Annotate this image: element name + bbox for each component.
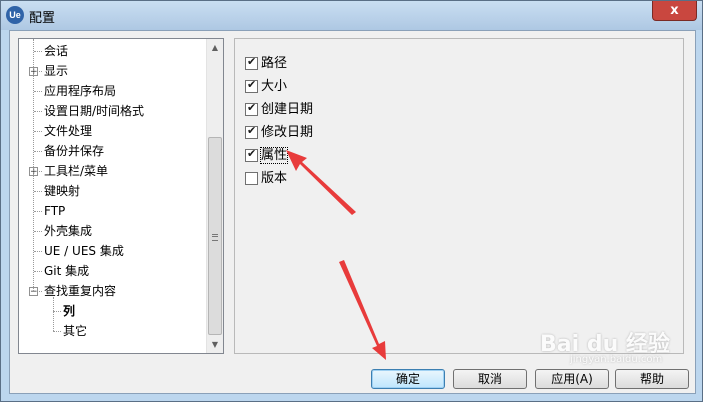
app-icon: Ue (6, 6, 24, 24)
cancel-button[interactable]: 取消 (453, 369, 527, 389)
checkbox-checked[interactable] (245, 124, 258, 139)
close-button[interactable]: x (652, 1, 697, 21)
tree-item[interactable]: 文件处理 (44, 121, 92, 141)
option-label: 路径 (261, 56, 288, 71)
tree-item[interactable]: 显示 (44, 61, 68, 81)
tree-connector (53, 331, 61, 332)
tree-connector (34, 131, 42, 132)
tree-item[interactable]: 工具栏/菜单 (44, 161, 108, 181)
tree-connector (34, 211, 42, 212)
tree-item[interactable]: 查找重复内容 (44, 281, 116, 301)
help-button[interactable]: 帮助 (615, 369, 689, 389)
tree-item[interactable]: 外壳集成 (44, 221, 92, 241)
tree-connector (34, 51, 42, 52)
tree-item[interactable]: 列 (63, 301, 75, 321)
option-label: 创建日期 (261, 102, 314, 117)
tree-item[interactable]: 应用程序布局 (44, 81, 116, 101)
apply-button[interactable]: 应用(A) (535, 369, 609, 389)
option-label: 修改日期 (261, 125, 314, 140)
dialog-title: 配置 (29, 11, 56, 26)
option-label: 版本 (261, 171, 288, 186)
tree-item[interactable]: UE / UES 集成 (44, 241, 124, 261)
tree-connector (34, 231, 42, 232)
tree-item[interactable]: 键映射 (44, 181, 80, 201)
checkbox-checked[interactable] (245, 78, 258, 93)
scroll-thumb[interactable] (208, 137, 222, 335)
tree-connector (34, 111, 42, 112)
tree-item[interactable]: 备份并保存 (44, 141, 104, 161)
tree-connector (34, 251, 42, 252)
tree-item[interactable]: FTP (44, 201, 65, 221)
tree-connector (53, 311, 61, 312)
tree-item[interactable]: Git 集成 (44, 261, 89, 281)
tree-item[interactable]: 会话 (44, 41, 68, 61)
checkbox-checked[interactable] (245, 147, 258, 162)
option-row[interactable]: 版本 (245, 170, 287, 188)
tree-connector (34, 151, 42, 152)
tree-connector (34, 91, 42, 92)
tree-list: 会话 显示 + 应用程序布局 设置日期/时间格式 文件处理 备份并保存 工具栏/菜单 + 键映射 F… (19, 39, 206, 353)
option-label: 属性 (259, 147, 289, 164)
option-label: 大小 (261, 79, 288, 94)
checkbox-unchecked[interactable] (245, 171, 258, 185)
option-row[interactable]: 路径 (245, 55, 287, 73)
option-row[interactable]: 属性 (245, 147, 289, 165)
tree-connector (34, 271, 42, 272)
option-row[interactable]: 修改日期 (245, 124, 313, 142)
option-row[interactable]: 大小 (245, 78, 287, 96)
checkbox-checked[interactable] (245, 101, 258, 116)
tree-scrollbar[interactable]: ▲ ▼ (206, 39, 223, 353)
category-tree: 会话 显示 + 应用程序布局 设置日期/时间格式 文件处理 备份并保存 工具栏/菜单 + 键映射 F… (18, 38, 224, 354)
title-bar[interactable]: Ue 配置 x (1, 1, 702, 30)
checkbox-checked[interactable] (245, 55, 258, 70)
tree-item[interactable]: 设置日期/时间格式 (44, 101, 144, 121)
tree-item[interactable]: 其它 (63, 321, 87, 341)
tree-root-line (33, 39, 34, 291)
column-options-panel: 路径大小创建日期修改日期属性版本 (234, 38, 684, 354)
tree-connector (34, 191, 42, 192)
option-row[interactable]: 创建日期 (245, 101, 313, 119)
scroll-down-arrow-icon[interactable]: ▼ (207, 336, 223, 353)
grip-icon (212, 234, 218, 241)
ok-button[interactable]: 确定 (371, 369, 445, 389)
tree-child-line (53, 297, 54, 331)
scroll-up-arrow-icon[interactable]: ▲ (207, 39, 223, 56)
